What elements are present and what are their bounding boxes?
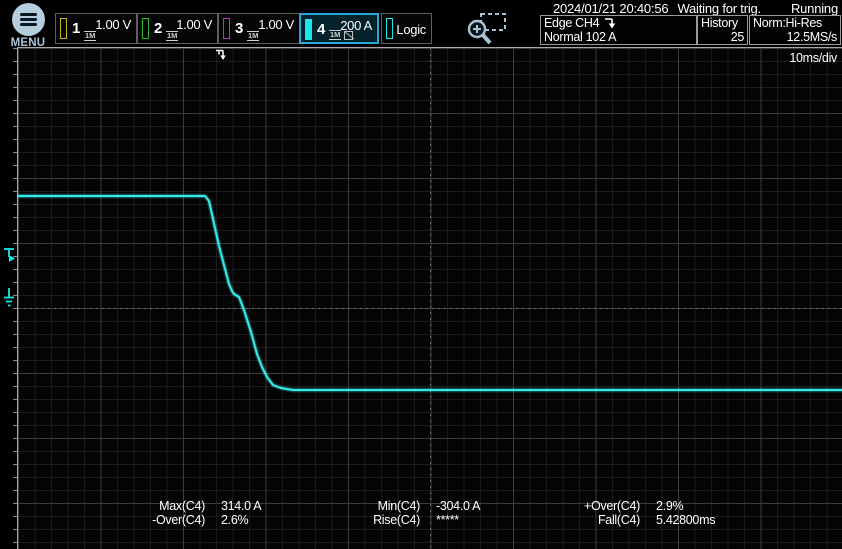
impedance-icon: 1M (84, 31, 96, 41)
measurement-label: Max(C4) (60, 500, 205, 514)
waveform-display[interactable]: 10ms/div (17, 47, 842, 549)
trigger-status: Waiting for trig. (677, 1, 761, 16)
channel-2-scale: 1.00 V (176, 17, 212, 32)
zoom-search-tool[interactable] (464, 12, 508, 51)
measurement-value: -304.0 A (436, 500, 480, 514)
magnifier-icon (464, 12, 508, 46)
ch4-waveform-trace (18, 48, 842, 549)
history-box[interactable]: History 25 (697, 15, 748, 45)
measurement-rise: Rise(C4) ***** (280, 514, 459, 528)
channel-4-button[interactable]: 4 200 A 1M (299, 13, 379, 44)
datetime: 2024/01/21 20:40:56 (553, 1, 668, 16)
measurement-min: Min(C4) -304.0 A (280, 500, 480, 514)
channel-2-color-bar (142, 18, 149, 39)
status-bar: 2024/01/21 20:40:56 Waiting for trig. Runn… (544, 1, 838, 16)
trigger-detail: Normal 102 A (544, 30, 693, 44)
measurement-value: 2.6% (221, 514, 248, 528)
ground-level-marker (3, 288, 16, 313)
channel-3-button[interactable]: 3 1.00 V 1M (218, 13, 300, 44)
channel-3-color-bar (223, 18, 230, 39)
channel-3-scale: 1.00 V (258, 17, 294, 32)
channel-1-color-bar (60, 18, 67, 39)
logic-label: Logic (396, 22, 426, 37)
sample-rate: 12.5MS/s (753, 30, 837, 44)
trigger-mode: Edge CH4 (544, 16, 599, 30)
channel-1-number: 1 (72, 20, 80, 37)
channel-1-scale: 1.00 V (95, 17, 131, 32)
measurement-fall: Fall(C4) 5.42800ms (500, 514, 715, 528)
measurement-value: ***** (436, 514, 459, 528)
channel-2-number: 2 (154, 20, 162, 37)
trigger-settings-box[interactable]: Edge CH4 Normal 102 A (540, 15, 697, 45)
channel-3-number: 3 (235, 20, 243, 37)
history-label: History (701, 16, 744, 30)
timebase-label: 10ms/div (789, 51, 837, 65)
measurement-value: 2.9% (656, 500, 683, 514)
measurement-label: -Over(C4) (60, 514, 205, 528)
measurement-value: 314.0 A (221, 500, 261, 514)
channel-4-color-bar (305, 19, 312, 40)
trigger-position-marker[interactable] (215, 49, 228, 67)
impedance-icon: 1M (247, 31, 259, 41)
history-count: 25 (701, 30, 744, 44)
current-probe-icon (344, 31, 353, 40)
measurement-value: 5.42800ms (656, 514, 715, 528)
trigger-level-marker[interactable] (3, 247, 16, 268)
channel-2-button[interactable]: 2 1.00 V 1M (137, 13, 218, 44)
run-status: Running (791, 1, 838, 16)
menu-button[interactable]: MENU (6, 3, 50, 49)
acquisition-box[interactable]: Norm:Hi-Res 12.5MS/s (749, 15, 841, 45)
falling-edge-icon (604, 17, 616, 30)
hamburger-icon (12, 3, 45, 36)
acquisition-mode: Norm:Hi-Res (753, 16, 837, 30)
measurement-neg-overshoot: -Over(C4) 2.6% (60, 514, 248, 528)
measurement-max: Max(C4) 314.0 A (60, 500, 261, 514)
logic-button[interactable]: Logic (381, 13, 432, 44)
impedance-icon: 1M (166, 31, 178, 41)
measurement-label: Min(C4) (280, 500, 420, 514)
measurement-label: Rise(C4) (280, 514, 420, 528)
measurement-pos-overshoot: +Over(C4) 2.9% (500, 500, 683, 514)
measurement-label: +Over(C4) (500, 500, 640, 514)
logic-color-bar (386, 18, 393, 39)
channel-1-button[interactable]: 1 1.00 V 1M (55, 13, 137, 44)
impedance-icon: 1M (329, 30, 341, 40)
channel-4-number: 4 (317, 21, 325, 38)
measurement-label: Fall(C4) (500, 514, 640, 528)
